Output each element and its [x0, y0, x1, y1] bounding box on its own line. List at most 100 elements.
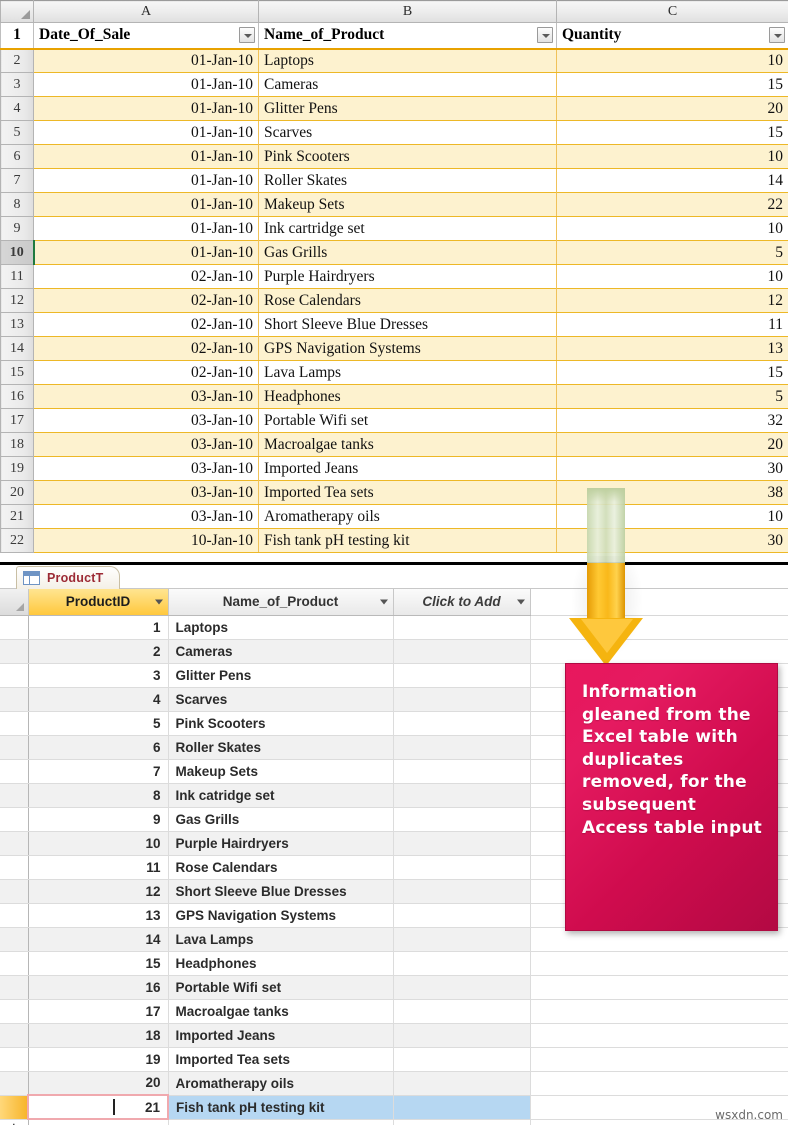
new-record-selector[interactable]: ✳ [0, 1119, 29, 1125]
row-header-7[interactable]: 7 [0, 168, 34, 193]
record-selector[interactable] [0, 903, 29, 928]
chevron-down-icon-name[interactable] [379, 599, 388, 605]
cell-product[interactable]: Roller Skates [258, 168, 557, 193]
column-letter-b[interactable]: B [258, 0, 557, 23]
cell-name-of-product[interactable]: Cameras [168, 639, 394, 664]
cell-productid[interactable]: 9 [28, 807, 169, 832]
cell-productid[interactable]: 7 [28, 759, 169, 784]
list-item[interactable]: 18 Imported Jeans [0, 1023, 788, 1048]
column-letter-c[interactable]: C [556, 0, 788, 23]
cell-quantity[interactable]: 11 [556, 312, 788, 337]
cell-date[interactable]: 03-Jan-10 [33, 432, 259, 457]
cell-product[interactable]: Purple Hairdryers [258, 264, 557, 289]
cell-click-to-add[interactable] [393, 1071, 531, 1096]
cell-product[interactable]: Fish tank pH testing kit [258, 528, 557, 553]
cell-date[interactable]: 01-Jan-10 [33, 144, 259, 169]
record-selector[interactable] [0, 759, 29, 784]
cell-productid[interactable]: 20 [28, 1071, 169, 1096]
filter-dropdown-icon-a[interactable] [239, 27, 255, 44]
access-header-click-to-add[interactable]: Click to Add [393, 589, 531, 616]
cell-quantity[interactable]: 30 [556, 456, 788, 481]
cell-date[interactable]: 01-Jan-10 [33, 72, 259, 97]
cell-quantity[interactable]: 38 [556, 480, 788, 505]
cell-product[interactable]: Cameras [258, 72, 557, 97]
table-row[interactable]: 16 03-Jan-10 Headphones 5 [0, 384, 788, 409]
table-row[interactable]: 12 02-Jan-10 Rose Calendars 12 [0, 288, 788, 313]
cell-click-to-add[interactable] [393, 1095, 531, 1120]
cell-productid[interactable]: 16 [28, 975, 169, 1000]
cell-date[interactable]: 02-Jan-10 [33, 288, 259, 313]
chevron-down-icon-productid[interactable] [154, 599, 163, 605]
cell-quantity[interactable]: 10 [556, 216, 788, 241]
table-row[interactable]: 19 03-Jan-10 Imported Jeans 30 [0, 456, 788, 481]
row-header-17[interactable]: 17 [0, 408, 34, 433]
cell-productid[interactable]: 19 [28, 1047, 169, 1072]
cell-click-to-add[interactable] [393, 639, 531, 664]
cell-quantity[interactable]: 10 [556, 504, 788, 529]
cell-product[interactable]: Lava Lamps [258, 360, 557, 385]
cell-product[interactable]: Makeup Sets [258, 192, 557, 217]
row-header-20[interactable]: 20 [0, 480, 34, 505]
cell-quantity[interactable]: 14 [556, 168, 788, 193]
cell-date[interactable]: 01-Jan-10 [33, 240, 259, 265]
cell-quantity[interactable]: 10 [556, 144, 788, 169]
row-header-21[interactable]: 21 [0, 504, 34, 529]
access-header-productid[interactable]: ProductID [28, 589, 169, 616]
cell-click-to-add[interactable] [393, 951, 531, 976]
access-header-name[interactable]: Name_of_Product [168, 589, 394, 616]
record-selector[interactable] [0, 1047, 29, 1072]
table-row[interactable]: 8 01-Jan-10 Makeup Sets 22 [0, 192, 788, 217]
record-selector[interactable] [0, 879, 29, 904]
record-selector[interactable] [0, 927, 29, 952]
cell-name-of-product[interactable]: Portable Wifi set [168, 975, 394, 1000]
list-item[interactable]: 19 Imported Tea sets [0, 1047, 788, 1072]
record-selector[interactable] [0, 975, 29, 1000]
row-header-16[interactable]: 16 [0, 384, 34, 409]
record-selector[interactable] [0, 663, 29, 688]
cell-click-to-add[interactable] [393, 759, 531, 784]
cell-productid[interactable]: 3 [28, 663, 169, 688]
cell-product[interactable]: Headphones [258, 384, 557, 409]
cell-quantity[interactable]: 15 [556, 72, 788, 97]
cell-date[interactable]: 01-Jan-10 [33, 96, 259, 121]
new-record-add-cell[interactable] [393, 1119, 531, 1125]
access-select-all-corner[interactable] [0, 589, 29, 616]
row-header-11[interactable]: 11 [0, 264, 34, 289]
list-item[interactable]: 16 Portable Wifi set [0, 975, 788, 1000]
tab-productt[interactable]: ProductT [16, 566, 121, 589]
cell-productid[interactable]: 12 [28, 879, 169, 904]
cell-quantity[interactable]: 32 [556, 408, 788, 433]
record-selector[interactable] [0, 831, 29, 856]
cell-click-to-add[interactable] [393, 663, 531, 688]
cell-quantity[interactable]: 15 [556, 120, 788, 145]
cell-quantity[interactable]: 10 [556, 264, 788, 289]
table-row[interactable]: 9 01-Jan-10 Ink cartridge set 10 [0, 216, 788, 241]
list-item[interactable]: 1 Laptops [0, 615, 788, 640]
list-item[interactable]: 21 Fish tank pH testing kit [0, 1094, 788, 1120]
record-selector[interactable] [0, 999, 29, 1024]
cell-productid[interactable]: 21 [27, 1094, 169, 1120]
cell-name-of-product[interactable]: Purple Hairdryers [168, 831, 394, 856]
cell-name-of-product[interactable]: Headphones [168, 951, 394, 976]
cell-product[interactable]: Glitter Pens [258, 96, 557, 121]
cell-date[interactable]: 10-Jan-10 [33, 528, 259, 553]
row-header-13[interactable]: 13 [0, 312, 34, 337]
cell-productid[interactable]: 17 [28, 999, 169, 1024]
cell-productid[interactable]: 14 [28, 927, 169, 952]
cell-date[interactable]: 03-Jan-10 [33, 408, 259, 433]
cell-productid[interactable]: 18 [28, 1023, 169, 1048]
cell-productid[interactable]: 2 [28, 639, 169, 664]
cell-name-of-product[interactable]: GPS Navigation Systems [168, 903, 394, 928]
cell-click-to-add[interactable] [393, 783, 531, 808]
cell-date[interactable]: 02-Jan-10 [33, 360, 259, 385]
cell-click-to-add[interactable] [393, 735, 531, 760]
row-header-5[interactable]: 5 [0, 120, 34, 145]
cell-click-to-add[interactable] [393, 903, 531, 928]
cell-quantity[interactable]: 20 [556, 432, 788, 457]
row-header-10[interactable]: 10 [0, 240, 35, 265]
filter-dropdown-icon-b[interactable] [537, 27, 553, 44]
record-selector[interactable] [0, 951, 29, 976]
cell-product[interactable]: Pink Scooters [258, 144, 557, 169]
table-row[interactable]: 17 03-Jan-10 Portable Wifi set 32 [0, 408, 788, 433]
cell-click-to-add[interactable] [393, 1023, 531, 1048]
